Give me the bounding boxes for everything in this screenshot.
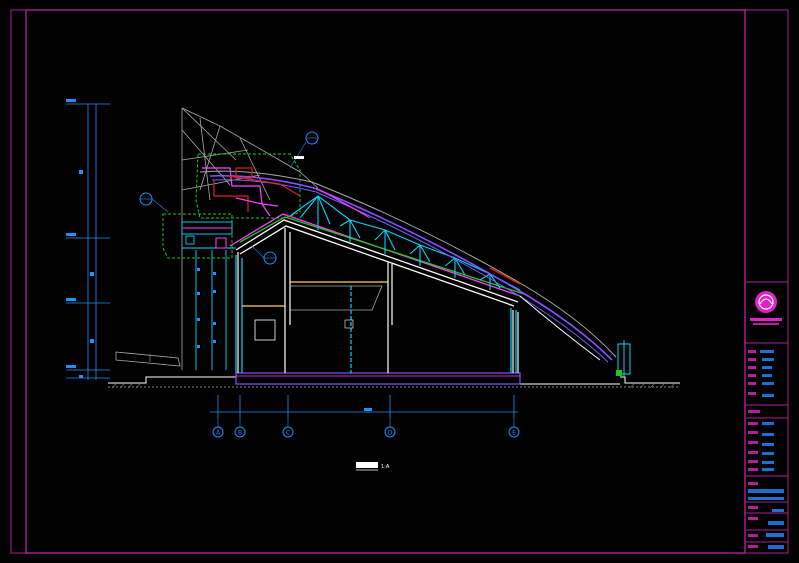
grid-axis-e: E xyxy=(508,418,520,438)
sheet-border-outer xyxy=(10,9,789,554)
grid-axis-label: D xyxy=(388,430,393,437)
detail-callout-bubbles xyxy=(162,153,301,259)
entrance-canopy xyxy=(115,351,181,367)
grid-axis-label: C xyxy=(286,430,290,437)
level-markers xyxy=(66,99,94,378)
cad-drawing-canvas: A B C D E 1:A xyxy=(10,9,789,554)
detail-reference-markers xyxy=(139,131,319,265)
ground-line xyxy=(108,376,680,388)
title-block-rows xyxy=(748,350,784,549)
grid-axis-b: B xyxy=(234,418,246,438)
grid-axis-d: D xyxy=(384,418,396,438)
floor-slab xyxy=(235,372,521,385)
dimension-value-marker xyxy=(364,408,372,411)
building-section xyxy=(181,167,631,377)
grid-axes: A B C D E xyxy=(212,418,520,438)
title-block xyxy=(744,9,789,554)
drawing-caption: 1:A xyxy=(356,462,390,471)
horizontal-dimension xyxy=(210,395,518,418)
caption-scale: 1:A xyxy=(381,464,390,470)
level-dimension-chain xyxy=(66,103,110,380)
grid-axis-label: A xyxy=(216,430,221,437)
sculpture-frame xyxy=(181,107,319,370)
company-logo xyxy=(750,291,782,325)
grid-axis-label: E xyxy=(512,430,516,437)
grid-axis-c: C xyxy=(282,418,294,438)
grid-axis-label: B xyxy=(238,430,242,437)
grid-axis-a: A xyxy=(212,418,224,438)
